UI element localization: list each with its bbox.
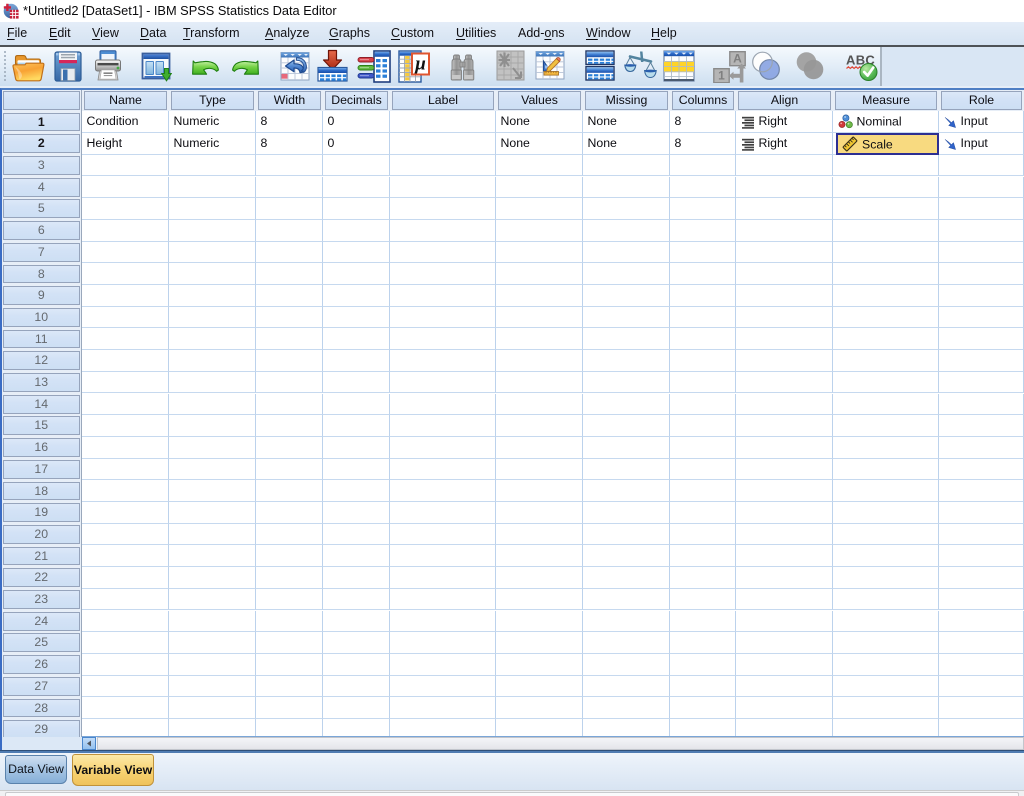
svg-text:A: A — [733, 52, 742, 66]
svg-text:1: 1 — [718, 69, 725, 83]
svg-text:μ: μ — [414, 54, 426, 75]
